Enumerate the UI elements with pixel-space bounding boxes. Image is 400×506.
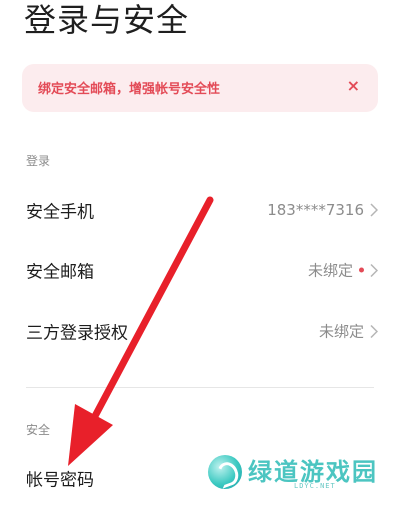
row-security-email[interactable]: 安全邮箱 未绑定 (0, 242, 400, 298)
chevron-right-icon (370, 203, 378, 217)
banner-text: 绑定安全邮箱，增强帐号安全性 (38, 82, 221, 97)
row-value: 183****7316 (267, 201, 364, 219)
row-value: 未绑定 (307, 261, 353, 280)
notification-dot-icon (359, 267, 364, 273)
row-label: 帐号密码 (26, 470, 94, 491)
section-divider (26, 387, 374, 388)
close-icon[interactable]: × (347, 76, 360, 95)
chevron-right-icon (370, 324, 378, 338)
watermark: 绿道游戏园 LDYC.NET (208, 452, 386, 494)
row-label: 三方登录授权 (26, 323, 128, 344)
row-label: 安全邮箱 (26, 262, 94, 283)
row-label: 安全手机 (26, 202, 94, 223)
watermark-logo-icon (208, 455, 242, 489)
row-value: 未绑定 (318, 322, 364, 341)
section-label-login: 登录 (26, 154, 51, 168)
section-label-security: 安全 (26, 423, 51, 437)
row-security-phone[interactable]: 安全手机 183****7316 (0, 182, 400, 238)
row-third-party-login[interactable]: 三方登录授权 未绑定 (0, 303, 400, 359)
watermark-subtext: LDYC.NET (294, 482, 336, 490)
chevron-right-icon (370, 263, 378, 277)
page-title: 登录与安全 (24, 1, 190, 39)
bind-email-banner[interactable]: 绑定安全邮箱，增强帐号安全性 × (22, 64, 378, 112)
